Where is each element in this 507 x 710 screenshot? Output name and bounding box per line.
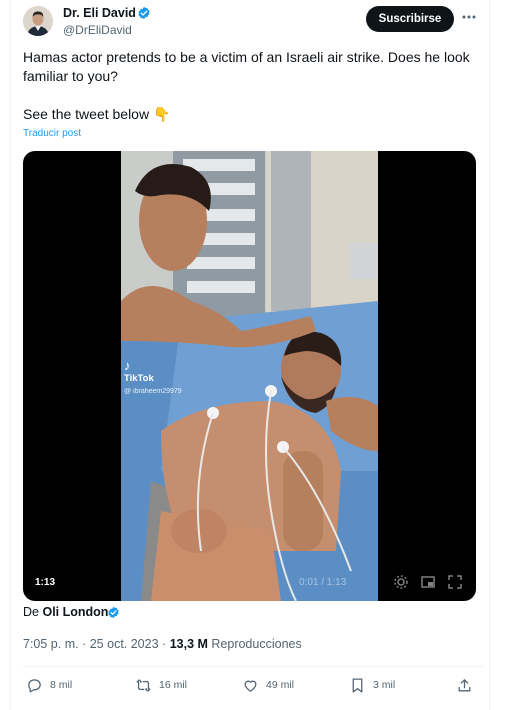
video-current-time: 0:01 / 1:13 xyxy=(299,577,347,588)
bookmark-icon xyxy=(352,677,363,693)
timeline-border-left xyxy=(10,0,11,710)
settings-gear-icon[interactable] xyxy=(393,574,409,590)
timeline-border-right xyxy=(489,0,490,710)
repost-count: 16 mil xyxy=(159,679,188,691)
video-source-prefix: De xyxy=(23,605,39,619)
like-count: 49 mil xyxy=(266,679,295,691)
video-frame xyxy=(121,151,378,601)
repost-button[interactable]: 16 mil xyxy=(135,675,187,695)
video-source: De Oli London xyxy=(23,605,108,619)
tweet-text-line-1: Hamas actor pretends to be a victim of a… xyxy=(23,49,470,84)
heart-icon xyxy=(244,680,257,692)
tiktok-watermark-label: TikTok xyxy=(124,373,154,384)
reply-icon xyxy=(28,678,41,693)
reply-button[interactable]: 8 mil xyxy=(26,675,72,695)
tweet-text: Hamas actor pretends to be a victim of a… xyxy=(23,48,483,124)
share-icon xyxy=(458,678,471,691)
tiktok-watermark-user: @ ibraheem29979 xyxy=(124,388,182,395)
subscribe-button[interactable]: Suscribirse xyxy=(366,6,454,32)
bookmark-button[interactable]: 3 mil xyxy=(349,675,395,695)
reply-count: 8 mil xyxy=(50,679,73,691)
avatar-image xyxy=(23,6,53,36)
views-count: 13,3 M xyxy=(169,637,208,651)
meta-separator-2: · xyxy=(162,637,167,651)
verified-badge-icon xyxy=(138,6,150,20)
tweet-meta: 7:05 p. m. · 25 oct. 2023 · 13,3 M Repro… xyxy=(23,637,302,651)
meta-separator: · xyxy=(82,637,87,651)
tiktok-watermark: ♪ TikTok xyxy=(124,358,154,385)
translate-post-link[interactable]: Traducir post xyxy=(23,128,81,139)
like-button[interactable]: 49 mil xyxy=(242,675,294,695)
author-avatar[interactable] xyxy=(23,6,53,36)
author-name[interactable]: Dr. Eli David xyxy=(63,6,136,20)
bookmark-count: 3 mil xyxy=(373,679,396,691)
video-player[interactable]: ♪ TikTok @ ibraheem29979 1:13 0:01 / 1:1… xyxy=(23,151,476,601)
more-options-icon[interactable] xyxy=(460,8,478,26)
video-source-name[interactable]: Oli London xyxy=(42,605,108,619)
source-verified-badge-icon xyxy=(108,606,119,619)
fullscreen-icon[interactable] xyxy=(447,574,463,590)
share-button[interactable] xyxy=(456,675,473,695)
actions-divider xyxy=(23,666,484,667)
picture-in-picture-icon[interactable] xyxy=(420,574,436,590)
tweet-date[interactable]: 25 oct. 2023 xyxy=(90,637,159,651)
video-duration: 1:13 xyxy=(35,577,56,588)
views-label: Reproducciones xyxy=(211,637,302,651)
tweet-time[interactable]: 7:05 p. m. xyxy=(23,637,79,651)
tweet-text-line-2: See the tweet below 👇 xyxy=(23,106,171,122)
tiktok-logo-icon: ♪ xyxy=(124,358,131,373)
repost-icon xyxy=(136,678,151,692)
author-handle[interactable]: @DrEliDavid xyxy=(63,23,132,37)
